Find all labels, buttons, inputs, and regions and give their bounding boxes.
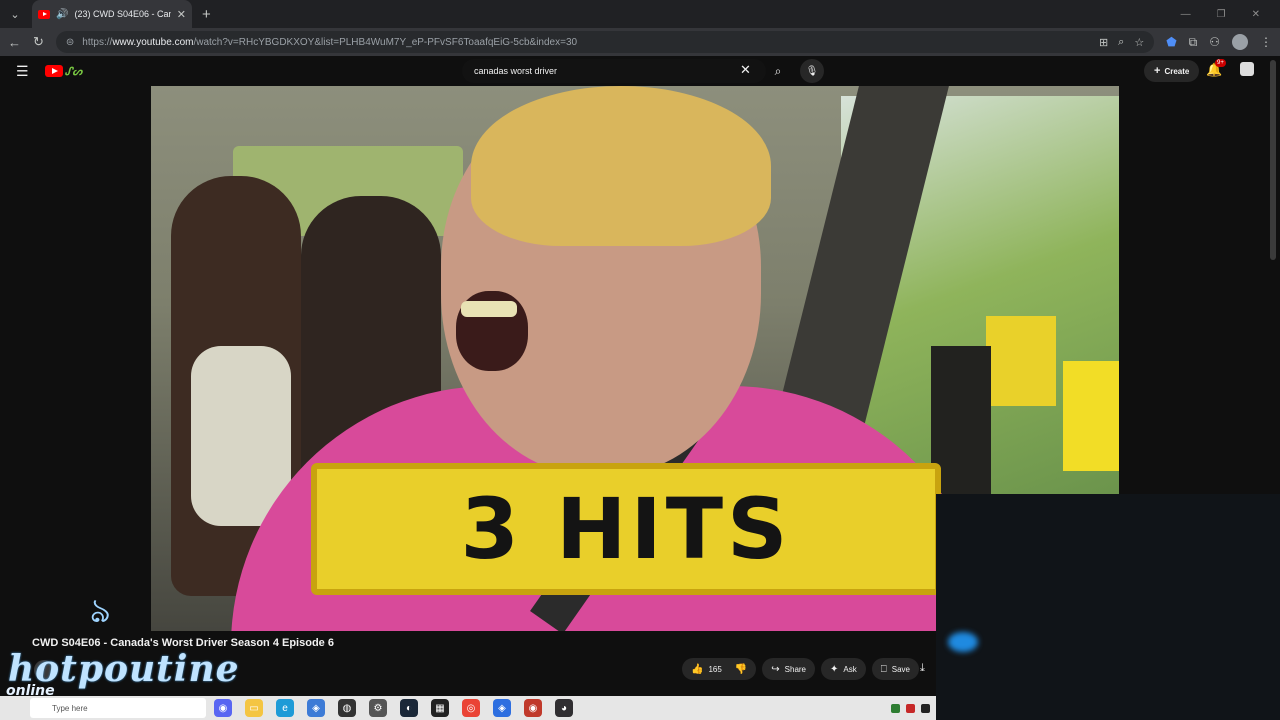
- maximize-icon[interactable]: ❐: [1217, 9, 1226, 20]
- steam-icon[interactable]: ◐: [400, 699, 418, 717]
- obs-icon[interactable]: ◕: [555, 699, 573, 717]
- youtube-logo-icon[interactable]: [44, 65, 63, 77]
- hit-count-text: 3 HITS: [460, 480, 792, 578]
- minimize-icon[interactable]: —: [1181, 9, 1191, 20]
- tray-app-icon[interactable]: [921, 703, 930, 713]
- extension-icon[interactable]: ⬟: [1166, 35, 1176, 49]
- tray-app-icon[interactable]: [891, 703, 900, 713]
- system-tray: [891, 703, 936, 713]
- bookmark-icon: ⎕: [880, 663, 887, 675]
- tab-title: (23) CWD S04E06 - Canada's Worst Driver …: [74, 9, 170, 19]
- sparkle-icon: ✦: [830, 663, 839, 675]
- account-avatar[interactable]: [1240, 62, 1254, 76]
- webcam-light: [948, 632, 978, 652]
- create-button[interactable]: + Create: [1144, 60, 1200, 82]
- video-frame-driver-hair: [471, 86, 771, 246]
- site-info-icon[interactable]: ⊜: [66, 37, 74, 48]
- youtube-favicon-icon: [38, 9, 50, 19]
- save-button[interactable]: ⎕ Save: [871, 658, 919, 680]
- search-clear-icon[interactable]: ✕: [740, 62, 751, 78]
- share-button[interactable]: ↪ Share: [762, 658, 816, 680]
- zoom-icon[interactable]: ⌕: [1118, 36, 1124, 49]
- voice-search-mic-icon[interactable]: 🎙: [800, 59, 824, 83]
- window-controls: — ❐ ✕: [1181, 9, 1280, 20]
- url-text: https://www.youtube.com/watch?v=RHcYBGDK…: [82, 36, 578, 48]
- profile-avatar[interactable]: [1232, 34, 1248, 50]
- search-input[interactable]: canadas worst driver: [462, 59, 766, 83]
- flame-logo-icon: ঌ: [90, 592, 111, 630]
- app-icon[interactable]: ◈: [493, 699, 511, 717]
- share-label: Share: [784, 664, 807, 674]
- app-icon[interactable]: ◍: [338, 699, 356, 717]
- browser-toolbar: ← ↻ ⊜ https://www.youtube.com/watch?v=RH…: [0, 28, 1280, 56]
- window-close-icon[interactable]: ✕: [1252, 9, 1260, 20]
- page-scrollbar[interactable]: [1270, 60, 1276, 260]
- audio-playing-icon[interactable]: 🔊: [56, 9, 68, 20]
- taskbar-search-placeholder: Type here: [52, 703, 88, 713]
- create-label: Create: [1164, 66, 1190, 76]
- chrome-icon[interactable]: ◎: [462, 699, 480, 717]
- back-arrow-icon[interactable]: ←: [8, 35, 21, 50]
- search-icon[interactable]: ⌕: [764, 59, 792, 83]
- profile-switch-icon[interactable]: ⚇: [1209, 35, 1220, 49]
- youtube-masthead: ☰ ᔑᔕ canadas worst driver ✕ ⌕ 🎙 + Create…: [4, 56, 1268, 86]
- save-label: Save: [891, 664, 910, 674]
- taskbar-search-input[interactable]: Type here: [30, 698, 206, 718]
- video-frame-barrier: [986, 316, 1056, 406]
- share-arrow-icon: ↪: [771, 663, 780, 675]
- os-taskbar: Type here ◉ ▭ e ◈ ◍ ⚙ ◐ ▦ ◎ ◈ ◉ ◕: [0, 696, 936, 720]
- settings-gear-icon[interactable]: ⚙: [369, 699, 387, 717]
- thumbs-up-icon: 👍: [691, 663, 704, 675]
- browser-tab-strip: ⌄ 🔊 (23) CWD S04E06 - Canada's Worst Dri…: [0, 0, 1280, 28]
- app-icon[interactable]: ◈: [307, 699, 325, 717]
- search-input-value: canadas worst driver: [474, 66, 558, 76]
- notification-count-badge: 9+: [1215, 59, 1226, 67]
- ask-label: Ask: [843, 664, 857, 674]
- video-frame-barrier: [1063, 361, 1119, 471]
- plus-icon: +: [1154, 65, 1161, 77]
- download-icon[interactable]: ⤓: [920, 662, 925, 675]
- like-button[interactable]: 👍 165 👎: [682, 658, 757, 680]
- install-app-icon[interactable]: ⊞: [1099, 36, 1108, 49]
- thumbs-down-icon[interactable]: 👎: [735, 664, 747, 675]
- app-icon[interactable]: ▦: [431, 699, 449, 717]
- hit-count-plate: 3 HITS: [311, 463, 941, 595]
- bookmark-star-icon[interactable]: ☆: [1134, 36, 1144, 49]
- app-icon[interactable]: ◉: [524, 699, 542, 717]
- start-windows-icon[interactable]: [0, 696, 26, 720]
- address-bar[interactable]: ⊜ https://www.youtube.com/watch?v=RHcYBG…: [55, 31, 1155, 53]
- tab-close-icon[interactable]: ✕: [177, 8, 186, 21]
- like-count: 165: [708, 664, 722, 674]
- video-actions: 👍 165 👎 ↪ Share ✦ Ask ⎕ Save: [682, 658, 919, 680]
- webcam-overlay: [936, 494, 1280, 720]
- tray-app-icon[interactable]: [906, 703, 915, 713]
- video-frame-teeth: [461, 301, 517, 317]
- discord-icon[interactable]: ◉: [214, 699, 232, 717]
- youtube-doodle-logo[interactable]: ᔑᔕ: [65, 65, 83, 78]
- edge-icon[interactable]: e: [276, 699, 294, 717]
- file-explorer-icon[interactable]: ▭: [245, 699, 263, 717]
- tab-search-chevron-icon[interactable]: ⌄: [4, 3, 26, 25]
- new-tab-plus-icon[interactable]: +: [202, 6, 211, 23]
- guide-menu-icon[interactable]: ☰: [16, 63, 29, 80]
- reload-icon[interactable]: ↻: [33, 34, 44, 50]
- ask-button[interactable]: ✦ Ask: [821, 658, 866, 680]
- browser-menu-icon[interactable]: ⋮: [1260, 35, 1272, 49]
- browser-tab-active[interactable]: 🔊 (23) CWD S04E06 - Canada's Worst Drive…: [32, 0, 192, 28]
- puzzle-extensions-icon[interactable]: ⧉: [1189, 35, 1198, 50]
